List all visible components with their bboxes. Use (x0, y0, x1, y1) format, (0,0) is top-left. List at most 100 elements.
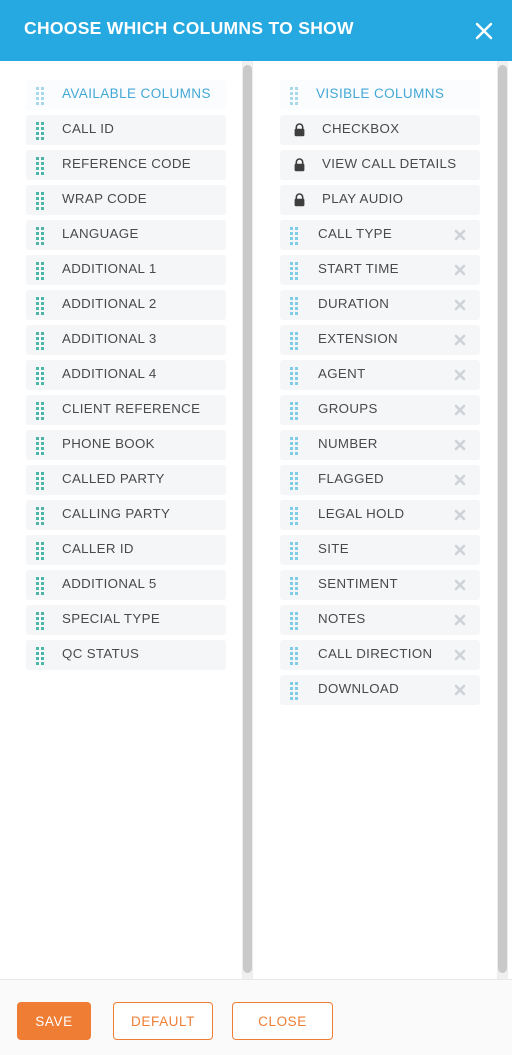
remove-icon[interactable] (453, 438, 467, 452)
column-row[interactable]: CALL ID (26, 115, 226, 145)
column-row[interactable]: ADDITIONAL 4 (26, 360, 226, 390)
column-row[interactable]: ADDITIONAL 3 (26, 325, 226, 355)
locked-column-row[interactable]: VIEW CALL DETAILS (280, 150, 480, 180)
remove-icon[interactable] (453, 228, 467, 242)
drag-handle-icon[interactable] (36, 507, 44, 525)
drag-handle-icon[interactable] (36, 542, 44, 560)
drag-handle-icon[interactable] (36, 297, 44, 315)
drag-handle-icon[interactable] (290, 542, 298, 560)
drag-handle-icon[interactable] (36, 367, 44, 385)
available-columns-header[interactable]: AVAILABLE COLUMNS (26, 80, 226, 110)
column-label: ADDITIONAL 1 (62, 261, 157, 276)
drag-handle-icon[interactable] (36, 437, 44, 455)
drag-handle-icon[interactable] (36, 612, 44, 630)
drag-handle-icon[interactable] (290, 612, 298, 630)
drag-handle-icon[interactable] (36, 157, 44, 175)
column-row[interactable]: ADDITIONAL 5 (26, 570, 226, 600)
drag-handle-icon[interactable] (290, 472, 298, 490)
default-button[interactable]: DEFAULT (113, 1002, 213, 1040)
visible-columns-scrollbar[interactable] (497, 61, 508, 979)
available-columns-pane: AVAILABLE COLUMNS CALL ID REFERENCE CODE W… (0, 61, 253, 979)
drag-handle-icon[interactable] (290, 262, 298, 280)
column-row[interactable]: NUMBER (280, 430, 480, 460)
visible-columns-title: VISIBLE COLUMNS (316, 86, 445, 101)
drag-handle-icon[interactable] (290, 647, 298, 665)
remove-icon[interactable] (453, 543, 467, 557)
remove-icon[interactable] (453, 613, 467, 627)
drag-handle-icon[interactable] (36, 87, 44, 105)
column-row[interactable]: AGENT (280, 360, 480, 390)
drag-handle-icon[interactable] (36, 192, 44, 210)
drag-handle-icon[interactable] (290, 402, 298, 420)
modal-header: CHOOSE WHICH COLUMNS TO SHOW (0, 0, 512, 61)
column-row[interactable]: SITE (280, 535, 480, 565)
column-label: NUMBER (318, 436, 378, 451)
column-row[interactable]: GROUPS (280, 395, 480, 425)
column-row[interactable]: SPECIAL TYPE (26, 605, 226, 635)
column-row[interactable]: CALLING PARTY (26, 500, 226, 530)
column-row[interactable]: START TIME (280, 255, 480, 285)
column-row[interactable]: CALLER ID (26, 535, 226, 565)
drag-handle-icon[interactable] (36, 262, 44, 280)
drag-handle-icon[interactable] (36, 577, 44, 595)
column-label: NOTES (318, 611, 366, 626)
remove-icon[interactable] (453, 578, 467, 592)
drag-handle-icon[interactable] (36, 332, 44, 350)
remove-icon[interactable] (453, 648, 467, 662)
drag-handle-icon[interactable] (36, 472, 44, 490)
drag-handle-icon[interactable] (290, 227, 298, 245)
drag-handle-icon[interactable] (290, 682, 298, 700)
column-row[interactable]: LANGUAGE (26, 220, 226, 250)
remove-icon[interactable] (453, 403, 467, 417)
column-row[interactable]: LEGAL HOLD (280, 500, 480, 530)
drag-handle-icon[interactable] (290, 367, 298, 385)
column-row[interactable]: QC STATUS (26, 640, 226, 670)
drag-handle-icon[interactable] (36, 647, 44, 665)
column-row[interactable]: CALL TYPE (280, 220, 480, 250)
column-row[interactable]: DOWNLOAD (280, 675, 480, 705)
column-row[interactable]: CLIENT REFERENCE (26, 395, 226, 425)
remove-icon[interactable] (453, 368, 467, 382)
locked-column-row[interactable]: CHECKBOX (280, 115, 480, 145)
drag-handle-icon[interactable] (36, 227, 44, 245)
drag-handle-icon[interactable] (290, 577, 298, 595)
visible-columns-header[interactable]: VISIBLE COLUMNS (280, 80, 480, 110)
available-columns-scrollbar[interactable] (242, 61, 253, 979)
column-label: DOWNLOAD (318, 681, 400, 696)
column-label: CALL TYPE (318, 226, 393, 241)
drag-handle-icon[interactable] (290, 297, 298, 315)
column-row[interactable]: ADDITIONAL 2 (26, 290, 226, 320)
scrollbar-thumb[interactable] (243, 65, 252, 973)
column-row[interactable]: WRAP CODE (26, 185, 226, 215)
column-row[interactable]: REFERENCE CODE (26, 150, 226, 180)
column-row[interactable]: SENTIMENT (280, 570, 480, 600)
column-row[interactable]: EXTENSION (280, 325, 480, 355)
column-label: LEGAL HOLD (318, 506, 405, 521)
close-icon[interactable] (469, 16, 499, 46)
locked-column-row[interactable]: PLAY AUDIO (280, 185, 480, 215)
drag-handle-icon[interactable] (36, 122, 44, 140)
remove-icon[interactable] (453, 263, 467, 277)
column-row[interactable]: CALL DIRECTION (280, 640, 480, 670)
close-button[interactable]: CLOSE (232, 1002, 333, 1040)
column-row[interactable]: ADDITIONAL 1 (26, 255, 226, 285)
drag-handle-icon[interactable] (290, 437, 298, 455)
scrollbar-thumb[interactable] (498, 65, 507, 973)
column-row[interactable]: DURATION (280, 290, 480, 320)
column-label: PHONE BOOK (62, 436, 155, 451)
drag-handle-icon[interactable] (290, 507, 298, 525)
remove-icon[interactable] (453, 333, 467, 347)
remove-icon[interactable] (453, 298, 467, 312)
column-row[interactable]: CALLED PARTY (26, 465, 226, 495)
drag-handle-icon[interactable] (290, 332, 298, 350)
column-row[interactable]: PHONE BOOK (26, 430, 226, 460)
column-row[interactable]: FLAGGED (280, 465, 480, 495)
drag-handle-icon[interactable] (36, 402, 44, 420)
remove-icon[interactable] (453, 508, 467, 522)
drag-handle-icon[interactable] (290, 87, 298, 105)
save-button[interactable]: SAVE (17, 1002, 91, 1040)
remove-icon[interactable] (453, 683, 467, 697)
column-row[interactable]: NOTES (280, 605, 480, 635)
column-label: LANGUAGE (62, 226, 139, 241)
remove-icon[interactable] (453, 473, 467, 487)
